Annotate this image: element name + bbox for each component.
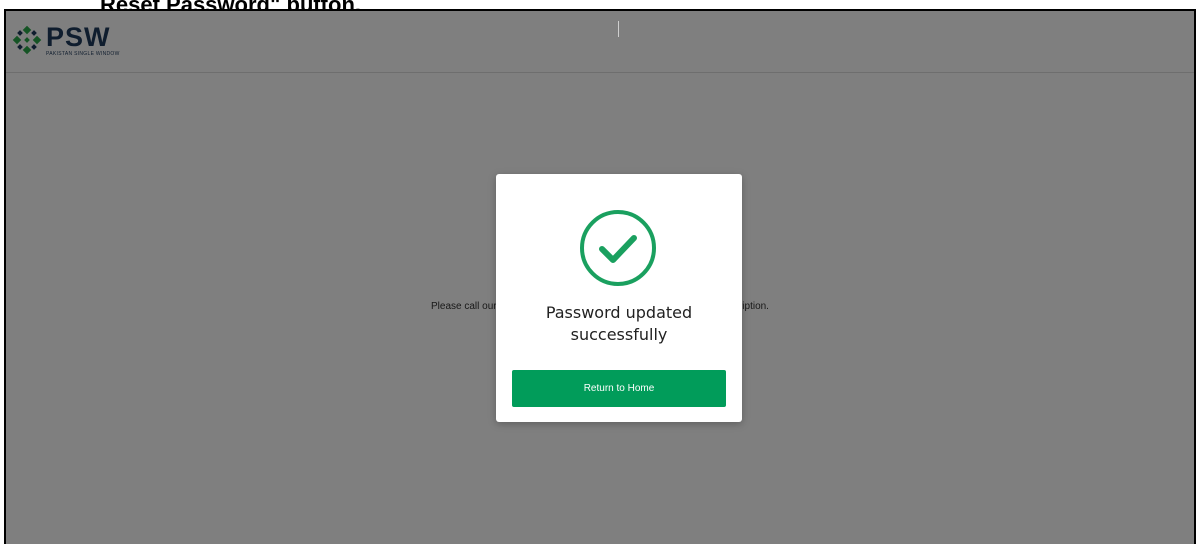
check-circle-icon [580,210,656,286]
password-success-dialog: Password updated successfully Return to … [496,174,742,422]
app-window: PSW PAKISTAN SINGLE WINDOW Please call o… [4,9,1196,544]
dialog-title: Password updated successfully [545,303,693,344]
return-to-home-button[interactable]: Return to Home [512,370,726,407]
document-caption: Reset Password" button. [100,0,361,9]
text-cursor [618,21,619,37]
